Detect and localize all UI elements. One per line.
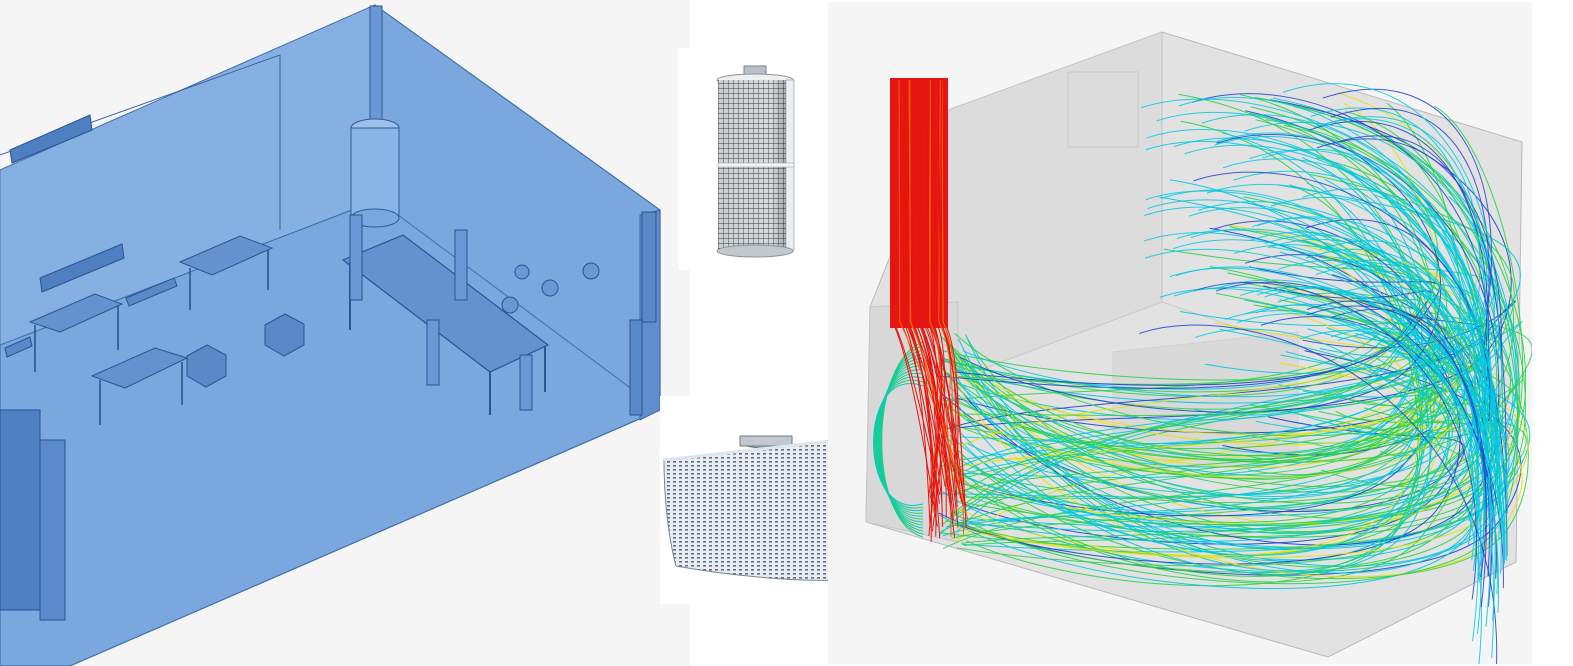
room-geometry-panel	[0, 0, 690, 666]
supply-duct	[369, 5, 383, 127]
round-object	[501, 296, 519, 314]
wall-diffuser-drawing	[663, 435, 844, 582]
cabinet	[0, 409, 41, 611]
cylindrical-diffuser-panel	[678, 48, 840, 270]
diffuser-body	[350, 127, 400, 219]
occupant	[454, 229, 468, 301]
occupant	[426, 319, 440, 386]
occupant	[519, 354, 533, 411]
wall-diffuser-panel	[660, 396, 846, 604]
diffuser-base	[716, 244, 794, 258]
wall-duct	[641, 211, 657, 323]
room-geometry-drawing	[0, 4, 661, 666]
streamlines-drawing	[865, 31, 1532, 664]
round-object	[582, 262, 600, 280]
round-object	[514, 264, 530, 280]
streamlines-panel	[828, 2, 1532, 664]
occupant	[349, 214, 363, 301]
cabinet-side	[39, 439, 66, 621]
cylindrical-diffuser-drawing	[716, 65, 795, 258]
round-object	[541, 279, 559, 297]
wall-diffuser-face	[663, 439, 841, 581]
diffuser-band	[717, 162, 795, 168]
wall-duct-lower	[629, 319, 643, 416]
